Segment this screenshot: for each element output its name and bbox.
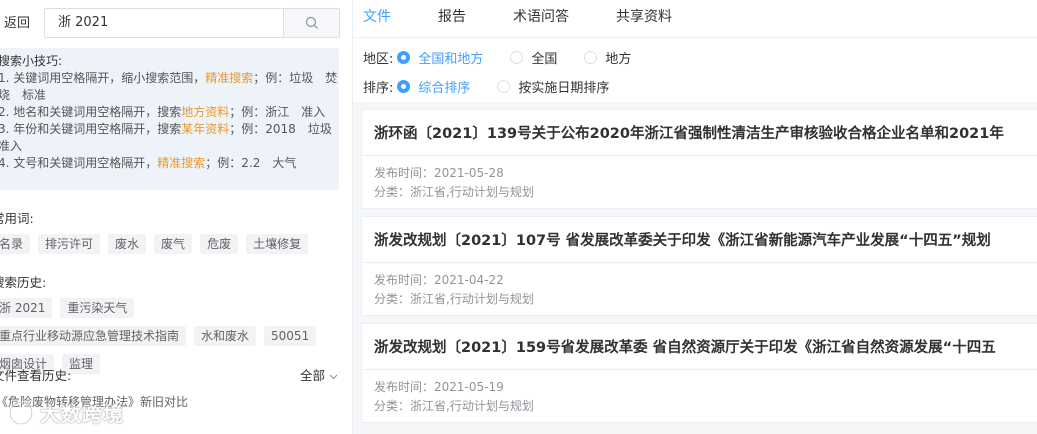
tip-item: 4. 文号和关键词用空格隔开，精准搜索；例：2.2 大气: [0, 155, 339, 172]
result-date: 发布时间：2021-04-22: [374, 273, 504, 287]
history-chip[interactable]: 重污染天气: [60, 298, 135, 318]
result-card[interactable]: 浙发改规划〔2021〕107号 省发展改革委关于印发《浙江省新能源汽车产业发展“…: [361, 216, 1037, 316]
tab-bar: 文件 报告 术语问答 共享资料: [353, 0, 1037, 40]
result-category: 分类：浙江省,行动计划与规划: [374, 185, 534, 199]
search-history-list: 浙 2021 重污染天气 重点行业移动源应急管理技术指南 水和废水 50051 …: [0, 298, 332, 374]
tip-text: 4. 文号和关键词用空格隔开，: [0, 156, 158, 170]
common-words-list: 名录 排污许可 废水 废气 危废 土壤修复: [0, 234, 332, 254]
chevron-down-icon: [329, 374, 338, 380]
common-words-title: 常用词:: [0, 211, 34, 226]
file-history-title: 文件查看历史:: [0, 368, 72, 383]
search-button[interactable]: [283, 9, 339, 37]
radio-label: 地方: [605, 52, 632, 67]
tip-highlight: 精准搜索: [157, 156, 206, 170]
radio-dot: [397, 80, 411, 93]
common-word-chip[interactable]: 废气: [154, 234, 193, 254]
radio-dot: [497, 80, 511, 93]
region-filter: 地区: 全国和地方 全国 地方: [363, 48, 658, 67]
radio-region-local[interactable]: 地方: [584, 48, 631, 67]
all-filter-dropdown[interactable]: 全部: [300, 365, 338, 384]
history-chip[interactable]: 50051: [264, 326, 317, 346]
tip-item: 2. 地名和关键词用空格隔开，搜索地方资料；例：浙江 准入: [0, 104, 339, 121]
tab-files[interactable]: 文件: [353, 0, 395, 40]
common-word-chip[interactable]: 名录: [0, 234, 31, 254]
common-word-chip[interactable]: 废水: [108, 234, 147, 254]
radio-dot: [510, 51, 524, 64]
radio-dot: [584, 51, 598, 64]
common-word-chip[interactable]: 排污许可: [38, 234, 101, 254]
tip-highlight: 某年资料: [181, 122, 230, 136]
radio-dot: [397, 51, 411, 64]
tab-reports[interactable]: 报告: [428, 0, 466, 37]
result-category: 分类：浙江省,行动计划与规划: [374, 399, 534, 413]
tab-shared[interactable]: 共享资料: [606, 0, 672, 37]
tab-term-qa[interactable]: 术语问答: [503, 0, 569, 37]
result-date: 发布时间：2021-05-19: [374, 380, 504, 394]
tip-text: ；例：浙江 准入: [229, 105, 326, 119]
watermark-logo: 大数跨境: [8, 398, 124, 427]
tip-text: 2. 地名和关键词用空格隔开，搜索: [0, 105, 182, 119]
left-panel: 返回 浙 2021 搜索小技巧: 1. 关键词用空格隔开，缩小搜索范围，精准搜索…: [0, 0, 350, 434]
radio-region-national[interactable]: 全国: [510, 48, 557, 67]
sort-filter: 排序: 综合排序 按实施日期排序: [363, 77, 636, 96]
result-title[interactable]: 浙发改规划〔2021〕159号省发展改革委 省自然资源厅关于印发《浙江省自然资源…: [374, 336, 996, 357]
back-link[interactable]: 返回: [4, 12, 30, 31]
right-panel: 文件 报告 术语问答 共享资料 地区: 全国和地方 全国 地方 排序: 综合排序…: [353, 0, 1037, 434]
history-chip[interactable]: 重点行业移动源应急管理技术指南: [0, 326, 187, 346]
radio-label: 全国: [531, 52, 558, 67]
radio-label: 按实施日期排序: [518, 81, 610, 96]
divider: [362, 155, 1037, 156]
sort-label: 排序:: [363, 81, 394, 96]
search-input[interactable]: 浙 2021: [45, 9, 283, 37]
search-tips-box: 搜索小技巧: 1. 关键词用空格隔开，缩小搜索范围，精准搜索；例：垃圾 焚烧 标…: [0, 48, 344, 190]
result-title[interactable]: 浙发改规划〔2021〕107号 省发展改革委关于印发《浙江省新能源汽车产业发展“…: [374, 229, 991, 250]
logo-icon: [8, 400, 34, 425]
radio-sort-date[interactable]: 按实施日期排序: [497, 77, 609, 96]
divider: [362, 262, 1037, 263]
result-title[interactable]: 浙环函〔2021〕139号关于公布2020年浙江省强制性清洁生产审核验收合格企业…: [374, 122, 1004, 143]
radio-region-all[interactable]: 全国和地方: [397, 48, 483, 67]
tip-text: 3. 年份和关键词用空格隔开，搜索: [0, 122, 182, 136]
tip-item: 3. 年份和关键词用空格隔开，搜索某年资料；例：2018 垃圾 准入: [0, 121, 344, 155]
tip-text: 1. 关键词用空格隔开，缩小搜索范围，: [0, 71, 206, 85]
tips-title: 搜索小技巧:: [0, 54, 63, 68]
radio-label: 全国和地方: [418, 52, 484, 67]
result-card[interactable]: 浙环函〔2021〕139号关于公布2020年浙江省强制性清洁生产审核验收合格企业…: [361, 109, 1037, 209]
radio-sort-overall[interactable]: 综合排序: [397, 77, 470, 96]
all-filter-label: 全部: [300, 368, 326, 383]
tip-highlight: 地方资料: [181, 105, 230, 119]
tip-text: ；例：2.2 大气: [205, 156, 297, 170]
common-word-chip[interactable]: 危废: [200, 234, 239, 254]
history-chip[interactable]: 浙 2021: [0, 298, 53, 318]
tip-item: 1. 关键词用空格隔开，缩小搜索范围，精准搜索；例：垃圾 焚烧 标准: [0, 70, 339, 104]
result-category: 分类：浙江省,行动计划与规划: [374, 292, 534, 306]
search-history-title: 搜索历史:: [0, 275, 47, 290]
result-card[interactable]: 浙发改规划〔2021〕159号省发展改革委 省自然资源厅关于印发《浙江省自然资源…: [361, 323, 1037, 423]
tip-highlight: 精准搜索: [205, 71, 254, 85]
search-icon: [305, 16, 318, 29]
radio-label: 综合排序: [418, 81, 471, 96]
divider: [362, 369, 1037, 370]
common-word-chip[interactable]: 土壤修复: [246, 234, 309, 254]
region-label: 地区:: [363, 52, 394, 67]
result-date: 发布时间：2021-05-28: [374, 166, 504, 180]
history-chip[interactable]: 水和废水: [194, 326, 257, 346]
search-box: 浙 2021: [44, 8, 340, 38]
watermark-text: 大数跨境: [40, 402, 124, 426]
